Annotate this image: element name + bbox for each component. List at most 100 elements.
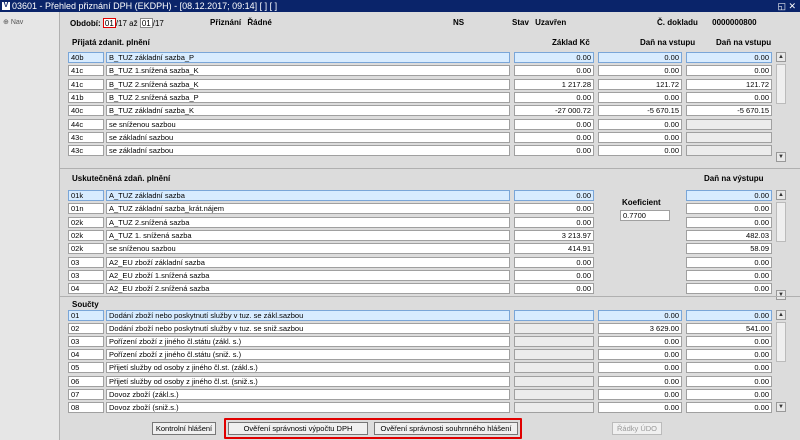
- row-code[interactable]: 02k: [68, 229, 104, 241]
- scroll-down-icon[interactable]: ▼: [776, 402, 786, 412]
- row-description[interactable]: A_TUZ základní sazba_krát.nájem: [106, 203, 510, 215]
- nav-label[interactable]: ⊕ Nav: [3, 18, 23, 26]
- row-dan-vystup-value[interactable]: 0.00: [686, 216, 772, 228]
- row-dan-value[interactable]: 541.00: [686, 323, 772, 335]
- from-month-input[interactable]: 01: [102, 18, 116, 28]
- row-code[interactable]: 03: [68, 336, 104, 348]
- row-dan-vstup2-value[interactable]: 121.72: [686, 78, 772, 90]
- row-dan-value[interactable]: 0.00: [686, 349, 772, 361]
- row-base-value[interactable]: 0.00: [514, 145, 594, 157]
- scroll-down-icon[interactable]: ▼: [776, 152, 786, 162]
- row-base-value[interactable]: 0.00: [598, 388, 682, 400]
- row-description[interactable]: Přijetí služby od osoby z jiného čl.st. …: [106, 375, 510, 387]
- row-dan-vstup2-value[interactable]: [686, 145, 772, 157]
- scrollbar-section2[interactable]: ▲ ▼: [776, 190, 786, 302]
- row-code[interactable]: 05: [68, 362, 104, 374]
- row-dan-vstup-value[interactable]: -5 670.15: [598, 105, 682, 117]
- row-base-value[interactable]: 0.00: [514, 256, 594, 268]
- row-base-value[interactable]: 0.00: [514, 283, 594, 295]
- row-description[interactable]: Dodání zboží nebo poskytnutí služby v tu…: [106, 310, 510, 321]
- scroll-up-icon[interactable]: ▲: [776, 52, 786, 62]
- row-dan-vstup-value[interactable]: 0.00: [598, 52, 682, 63]
- row-code[interactable]: 08: [68, 401, 104, 413]
- row-base-value[interactable]: 0.00: [514, 118, 594, 130]
- window-controls[interactable]: ◱ ✕: [777, 0, 796, 12]
- row-base-value[interactable]: 0.00: [598, 375, 682, 387]
- scroll-down-icon[interactable]: ▼: [776, 290, 786, 300]
- row-code[interactable]: 06: [68, 375, 104, 387]
- row-description[interactable]: A2_EU zboží základní sazba: [106, 256, 510, 268]
- row-description[interactable]: se sníženou sazbou: [106, 118, 510, 130]
- row-code[interactable]: 43c: [68, 131, 104, 143]
- row-dan-vystup-value[interactable]: 0.00: [686, 203, 772, 215]
- scroll-thumb[interactable]: [776, 64, 786, 104]
- row-dan-vstup2-value[interactable]: [686, 131, 772, 143]
- row-description[interactable]: Dovoz zboží (sniž.s.): [106, 401, 510, 413]
- row-code[interactable]: 44c: [68, 118, 104, 130]
- row-code[interactable]: 01k: [68, 190, 104, 201]
- row-dan-vstup-value[interactable]: 0.00: [598, 118, 682, 130]
- row-base-value[interactable]: 0.00: [514, 216, 594, 228]
- row-description[interactable]: B_TUZ 2.snížená sazba_K: [106, 78, 510, 90]
- row-dan-vstup-value[interactable]: 0.00: [598, 91, 682, 103]
- overeni-souhrn-button[interactable]: Ověření správnosti souhrnného hlášení: [374, 422, 518, 435]
- row-base-value[interactable]: 0.00: [514, 65, 594, 77]
- scrollbar-section1[interactable]: ▲ ▼: [776, 52, 786, 164]
- row-dan-value[interactable]: 0.00: [686, 362, 772, 374]
- row-dan-vystup-value[interactable]: 0.00: [686, 256, 772, 268]
- row-code[interactable]: 02k: [68, 216, 104, 228]
- row-description[interactable]: A_TUZ základní sazba: [106, 190, 510, 201]
- row-base-value[interactable]: 414.91: [514, 243, 594, 255]
- scroll-thumb[interactable]: [776, 322, 786, 362]
- to-month-input[interactable]: 01: [139, 18, 153, 28]
- row-base-value[interactable]: 0.00: [598, 310, 682, 321]
- row-code[interactable]: 43c: [68, 145, 104, 157]
- row-base-value[interactable]: 0.00: [514, 190, 594, 201]
- row-description[interactable]: se sníženou sazbou: [106, 243, 510, 255]
- row-code[interactable]: 41c: [68, 78, 104, 90]
- row-dan-vstup-value[interactable]: 0.00: [598, 65, 682, 77]
- row-base-value[interactable]: 0.00: [598, 362, 682, 374]
- row-code[interactable]: 04: [68, 283, 104, 295]
- row-base-value[interactable]: 0.00: [514, 131, 594, 143]
- row-dan-value[interactable]: 0.00: [686, 375, 772, 387]
- row-dan-vystup-value[interactable]: 58.09: [686, 243, 772, 255]
- row-base-value[interactable]: 0.00: [598, 349, 682, 361]
- row-dan-vstup2-value[interactable]: 0.00: [686, 91, 772, 103]
- row-dan-vstup2-value[interactable]: [686, 118, 772, 130]
- scroll-up-icon[interactable]: ▲: [776, 190, 786, 200]
- row-description[interactable]: Pořízení zboží z jiného čl.státu (zákl. …: [106, 336, 510, 348]
- row-base-value[interactable]: 0.00: [514, 203, 594, 215]
- row-code[interactable]: 03: [68, 269, 104, 281]
- row-description[interactable]: Dodání zboží nebo poskytnutí služby v tu…: [106, 323, 510, 335]
- row-code[interactable]: 07: [68, 388, 104, 400]
- row-description[interactable]: Přijetí služby od osoby z jiného čl.st. …: [106, 362, 510, 374]
- row-base-value[interactable]: 0.00: [514, 91, 594, 103]
- row-dan-vstup2-value[interactable]: -5 670.15: [686, 105, 772, 117]
- row-dan-value[interactable]: 0.00: [686, 388, 772, 400]
- row-description[interactable]: B_TUZ základní sazba_K: [106, 105, 510, 117]
- row-dan-vystup-value[interactable]: 0.00: [686, 283, 772, 295]
- row-description[interactable]: A2_EU zboží 2.snížená sazba: [106, 283, 510, 295]
- row-code[interactable]: 41c: [68, 65, 104, 77]
- row-code[interactable]: 04: [68, 349, 104, 361]
- row-base-value[interactable]: 1 217.28: [514, 78, 594, 90]
- row-code[interactable]: 40c: [68, 105, 104, 117]
- overeni-dph-button[interactable]: Ověření správnosti výpočtu DPH: [228, 422, 368, 435]
- row-code[interactable]: 03: [68, 256, 104, 268]
- scroll-thumb[interactable]: [776, 202, 786, 242]
- row-description[interactable]: B_TUZ 2.snížená sazba_P: [106, 91, 510, 103]
- row-dan-vystup-value[interactable]: 0.00: [686, 190, 772, 201]
- row-description[interactable]: Pořízení zboží z jiného čl.státu (sniž. …: [106, 349, 510, 361]
- kontrolni-hlaseni-button[interactable]: Kontrolní hlášení: [152, 422, 216, 435]
- row-description[interactable]: se základní sazbou: [106, 131, 510, 143]
- row-base-value[interactable]: 3 629.00: [598, 323, 682, 335]
- row-dan-vstup2-value[interactable]: 0.00: [686, 65, 772, 77]
- row-code[interactable]: 02k: [68, 243, 104, 255]
- row-code[interactable]: 02: [68, 323, 104, 335]
- row-dan-vstup-value[interactable]: 121.72: [598, 78, 682, 90]
- row-description[interactable]: se základní sazbou: [106, 145, 510, 157]
- row-code[interactable]: 41b: [68, 91, 104, 103]
- row-dan-vstup-value[interactable]: 0.00: [598, 131, 682, 143]
- scroll-up-icon[interactable]: ▲: [776, 310, 786, 320]
